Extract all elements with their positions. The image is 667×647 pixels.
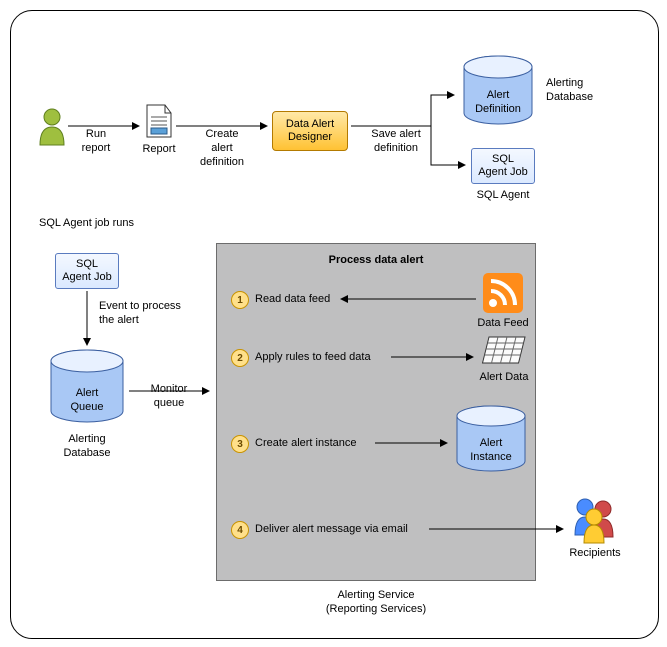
diagram-panel: Runreport Report Createalertdefinition D… <box>10 10 659 639</box>
step4-arrow-icon <box>11 11 591 551</box>
diagram-frame: Runreport Report Createalertdefinition D… <box>0 0 667 647</box>
process-caption: Alerting Service(Reporting Services) <box>286 589 466 617</box>
recipients-icon <box>569 495 619 545</box>
recipients-label: Recipients <box>565 547 625 561</box>
